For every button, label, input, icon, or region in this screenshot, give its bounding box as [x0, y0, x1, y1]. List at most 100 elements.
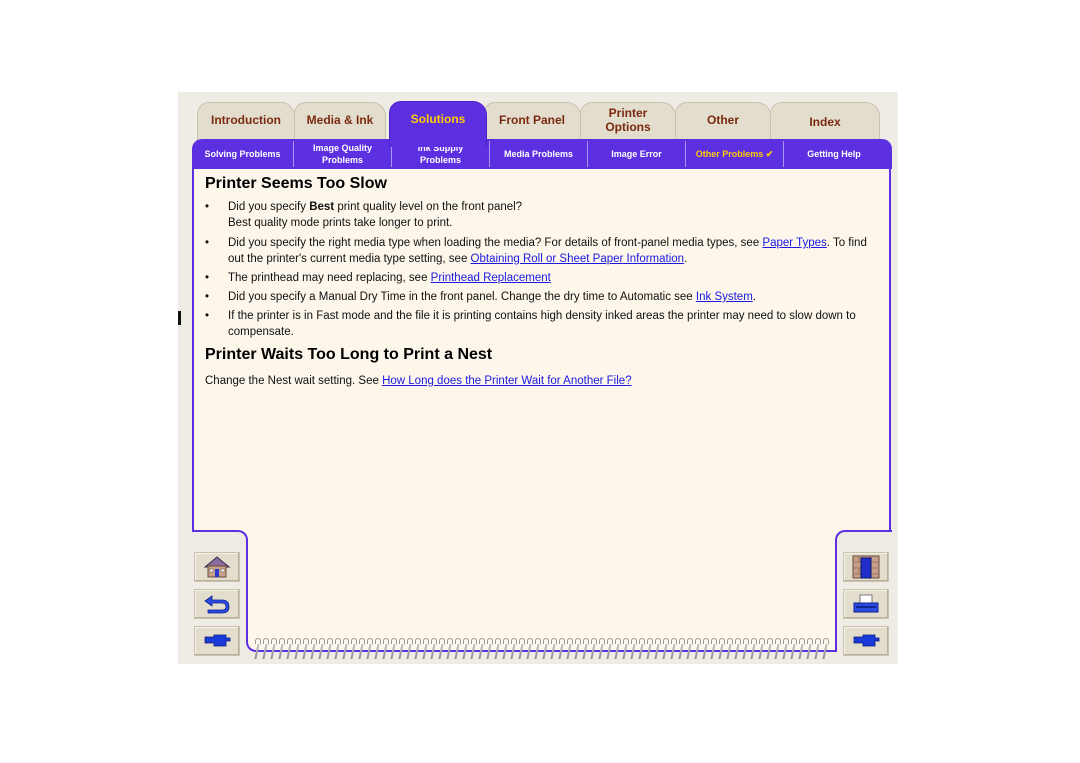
- content-panel-lower: [246, 540, 837, 652]
- spiral-coil: [286, 638, 293, 660]
- subnav-getting-help[interactable]: Getting Help: [784, 141, 884, 167]
- spiral-coil: [654, 638, 661, 660]
- exit-button[interactable]: [843, 552, 889, 582]
- spiral-coil: [702, 638, 709, 660]
- spiral-coil: [750, 638, 757, 660]
- spiral-coil: [446, 638, 453, 660]
- spiral-coil: [318, 638, 325, 660]
- spiral-coil: [334, 638, 341, 660]
- bullet: •: [205, 291, 210, 303]
- spiral-coil: [342, 638, 349, 660]
- subnav-image-error[interactable]: Image Error: [588, 141, 686, 167]
- spiral-coil: [502, 638, 509, 660]
- link-how-long-printer-wait[interactable]: How Long does the Printer Wait for Anoth…: [382, 375, 632, 387]
- tab-label: Introduction: [211, 112, 281, 127]
- spiral-coil: [598, 638, 605, 660]
- tab-solutions[interactable]: Solutions: [389, 101, 487, 147]
- tab-introduction[interactable]: Introduction: [197, 102, 295, 140]
- tab-label: Media & Ink: [306, 112, 374, 127]
- spiral-coil: [398, 638, 405, 660]
- subnav-image-quality-problems[interactable]: Image Quality Problems: [294, 141, 392, 167]
- spiral-coil: [662, 638, 669, 660]
- spiral-coil: [470, 638, 477, 660]
- subnav-other-problems[interactable]: Other Problems ✔: [686, 141, 784, 167]
- link-paper-types[interactable]: Paper Types: [762, 237, 826, 249]
- subnav-solving-problems[interactable]: Solving Problems: [192, 141, 294, 167]
- spiral-coil: [526, 638, 533, 660]
- tab-label: Front Panel: [498, 112, 565, 127]
- text: .: [684, 252, 688, 265]
- spiral-coil: [510, 638, 517, 660]
- text: Best quality mode prints take longer to …: [228, 216, 453, 229]
- next-page-icon: [204, 634, 231, 647]
- printer-icon: [853, 594, 879, 613]
- frame-notch-right: [835, 530, 892, 546]
- text: Did you specify the right media type whe…: [228, 237, 763, 249]
- spiral-coil: [414, 638, 421, 660]
- home-button[interactable]: [194, 552, 240, 582]
- spiral-coil: [558, 638, 565, 660]
- spiral-coil: [806, 638, 813, 660]
- spiral-coil: [430, 638, 437, 660]
- text: print quality level on the front panel?: [334, 201, 523, 213]
- tab-other[interactable]: Other: [675, 102, 771, 140]
- tab-index[interactable]: Index: [770, 102, 880, 140]
- spiral-coil: [582, 638, 589, 660]
- link-printhead-replacement[interactable]: Printhead Replacement: [431, 272, 551, 284]
- spiral-coil: [358, 638, 365, 660]
- previous-page-button[interactable]: [843, 626, 889, 656]
- spiral-coil: [254, 638, 261, 660]
- text: Did you specify a Manual Dry Time in the…: [228, 291, 696, 303]
- spiral-coil: [766, 638, 773, 660]
- text: Change the Nest wait setting. See: [205, 375, 383, 387]
- subnav-media-problems[interactable]: Media Problems: [490, 141, 588, 167]
- spiral-coil: [614, 638, 621, 660]
- spiral-coil: [590, 638, 597, 660]
- spiral-coil: [822, 638, 829, 660]
- spiral-coil: [550, 638, 557, 660]
- spiral-coil: [726, 638, 733, 660]
- tab-front-panel[interactable]: Front Panel: [483, 102, 581, 140]
- tab-printer-options[interactable]: Printer Options: [580, 102, 676, 140]
- spiral-coil: [302, 638, 309, 660]
- section-title-printer-slow: Printer Seems Too Slow: [205, 175, 387, 192]
- spiral-coil: [462, 638, 469, 660]
- next-page-button[interactable]: [194, 626, 240, 656]
- spiral-coil: [422, 638, 429, 660]
- text: Did you specify: [228, 201, 310, 213]
- spiral-coil: [326, 638, 333, 660]
- spiral-coil: [438, 638, 445, 660]
- spiral-coil: [798, 638, 805, 660]
- print-button[interactable]: [843, 589, 889, 619]
- spiral-coil: [406, 638, 413, 660]
- tab-label: Solutions: [410, 111, 466, 126]
- text: .: [752, 291, 756, 303]
- spiral-coil: [742, 638, 749, 660]
- spiral-coil: [566, 638, 573, 660]
- spiral-coil: [542, 638, 549, 660]
- spiral-coil: [734, 638, 741, 660]
- spiral-coil: [390, 638, 397, 660]
- spiral-coil: [630, 638, 637, 660]
- spiral-coil: [606, 638, 613, 660]
- spiral-coil: [638, 638, 645, 660]
- back-button[interactable]: [194, 589, 240, 619]
- tab-media-ink[interactable]: Media & Ink: [294, 102, 386, 140]
- spiral-coil: [790, 638, 797, 660]
- spiral-coil: [270, 638, 277, 660]
- link-ink-system[interactable]: Ink System: [696, 291, 753, 303]
- spiral-coil: [646, 638, 653, 660]
- tab-label: Printer Options: [605, 105, 651, 134]
- spiral-coil: [758, 638, 765, 660]
- previous-page-icon: [853, 634, 880, 647]
- spiral-coil: [382, 638, 389, 660]
- bullet: •: [205, 237, 210, 249]
- spiral-coil: [782, 638, 789, 660]
- subnav-label: Image Quality Problems: [312, 143, 373, 165]
- spiral-coil: [262, 638, 269, 660]
- link-obtaining-roll-sheet-info[interactable]: Obtaining Roll or Sheet Paper Informatio…: [471, 253, 685, 265]
- bullet: •: [205, 201, 210, 213]
- spiral-coil: [310, 638, 317, 660]
- spiral-coil: [670, 638, 677, 660]
- bullet: •: [205, 272, 210, 284]
